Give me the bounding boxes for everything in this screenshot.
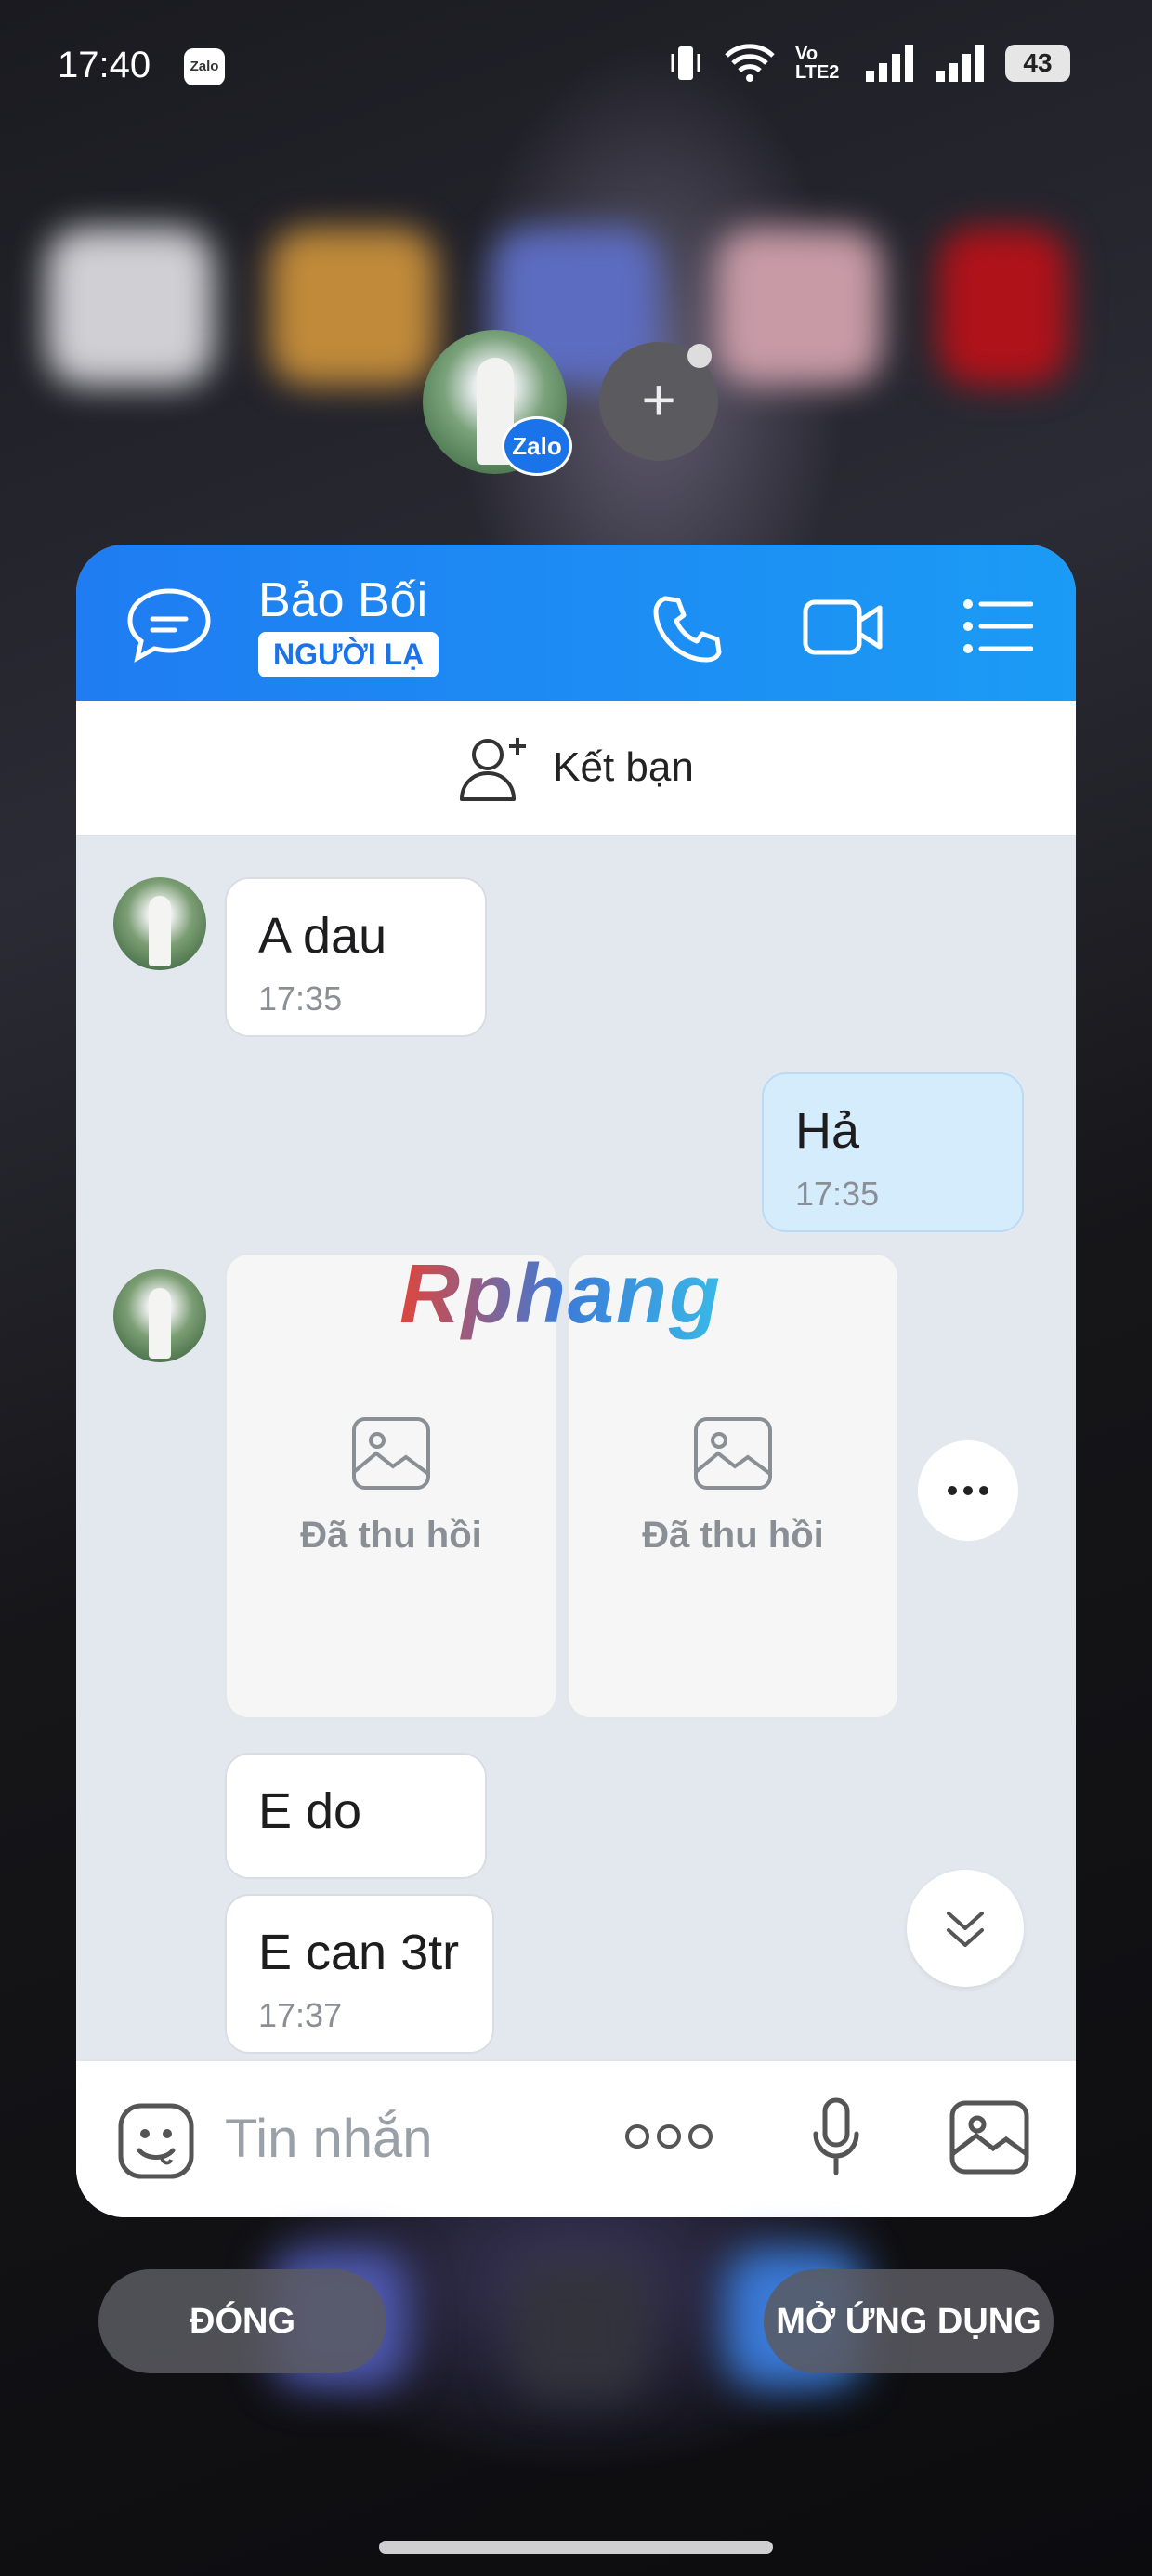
- message-time: 17:37: [258, 1996, 343, 2034]
- message-bubble[interactable]: E can 3tr 17:37: [225, 1894, 494, 2054]
- blurred-app-icons: [0, 209, 1152, 395]
- message-list[interactable]: A dau 17:35 Hả 17:35 Đã thu hồi Đã thu h…: [76, 835, 1076, 2154]
- phone-icon[interactable]: [652, 593, 723, 668]
- recalled-label: Đã thu hồi: [642, 1514, 824, 1556]
- status-icons: Vo LTE2 43: [667, 43, 1070, 84]
- message-time: 17:35: [795, 1175, 880, 1213]
- video-call-icon[interactable]: [803, 597, 884, 663]
- network-type-label: Vo LTE2: [795, 44, 840, 83]
- add-friend-icon: [460, 738, 527, 801]
- sender-avatar[interactable]: [113, 877, 206, 970]
- zalo-notification-icon: Zalo: [184, 48, 225, 85]
- sender-avatar[interactable]: [113, 1269, 206, 1362]
- message-input[interactable]: Tin nhắn: [225, 2108, 433, 2170]
- recalled-label: Đã thu hồi: [300, 1514, 482, 1556]
- message-time: 17:35: [258, 979, 343, 1018]
- add-friend-label: Kết bạn: [553, 744, 694, 790]
- chat-header: Bảo Bối NGƯỜI LẠ: [76, 545, 1076, 701]
- zalo-badge: Zalo: [502, 416, 572, 476]
- gallery-icon[interactable]: [949, 2100, 1029, 2179]
- vibrate-icon: [671, 46, 700, 80]
- chevron-double-down-icon[interactable]: [907, 1870, 1024, 1987]
- message-bubble-outgoing[interactable]: Hả 17:35: [762, 1072, 1024, 1232]
- open-app-button[interactable]: MỞ ỨNG DỤNG: [764, 2269, 1054, 2373]
- watermark-logo: Rphang: [399, 1248, 722, 1341]
- wifi-icon: [725, 44, 775, 82]
- notification-dot: [687, 344, 712, 368]
- message-bubble[interactable]: E do: [225, 1753, 487, 1879]
- message-text: E can 3tr: [258, 1925, 460, 1980]
- message-text: Hả: [795, 1103, 860, 1159]
- signal-2-icon: [936, 45, 984, 82]
- battery-indicator: 43: [1005, 45, 1070, 82]
- sticker-icon[interactable]: [117, 2102, 195, 2185]
- status-time: 17:40: [58, 45, 151, 85]
- contact-name[interactable]: Bảo Bối: [258, 572, 427, 628]
- menu-list-icon[interactable]: [962, 598, 1034, 659]
- chat-window: Bảo Bối NGƯỜI LẠ Kết bạn A dau 17:35 Hả …: [76, 545, 1076, 2217]
- image-icon: [694, 1416, 772, 1490]
- close-button[interactable]: ĐÓNG: [98, 2269, 386, 2373]
- add-friend-bar[interactable]: Kết bạn: [76, 701, 1076, 836]
- home-indicator[interactable]: [379, 2541, 773, 2554]
- microphone-icon[interactable]: [810, 2096, 862, 2185]
- message-text: E do: [258, 1783, 362, 1839]
- status-bar: 17:40 Zalo Vo LTE2 43: [0, 0, 1152, 139]
- more-options-icon[interactable]: [624, 2123, 713, 2155]
- more-dots-icon[interactable]: [918, 1440, 1018, 1541]
- message-bubble[interactable]: A dau 17:35: [225, 877, 487, 1037]
- message-text: A dau: [258, 908, 387, 964]
- image-icon: [352, 1416, 430, 1490]
- signal-1-icon: [866, 45, 913, 82]
- message-composer: Tin nhắn: [76, 2059, 1076, 2217]
- stranger-tag: NGƯỜI LẠ: [258, 632, 439, 677]
- chat-bubble-icon[interactable]: [124, 585, 214, 668]
